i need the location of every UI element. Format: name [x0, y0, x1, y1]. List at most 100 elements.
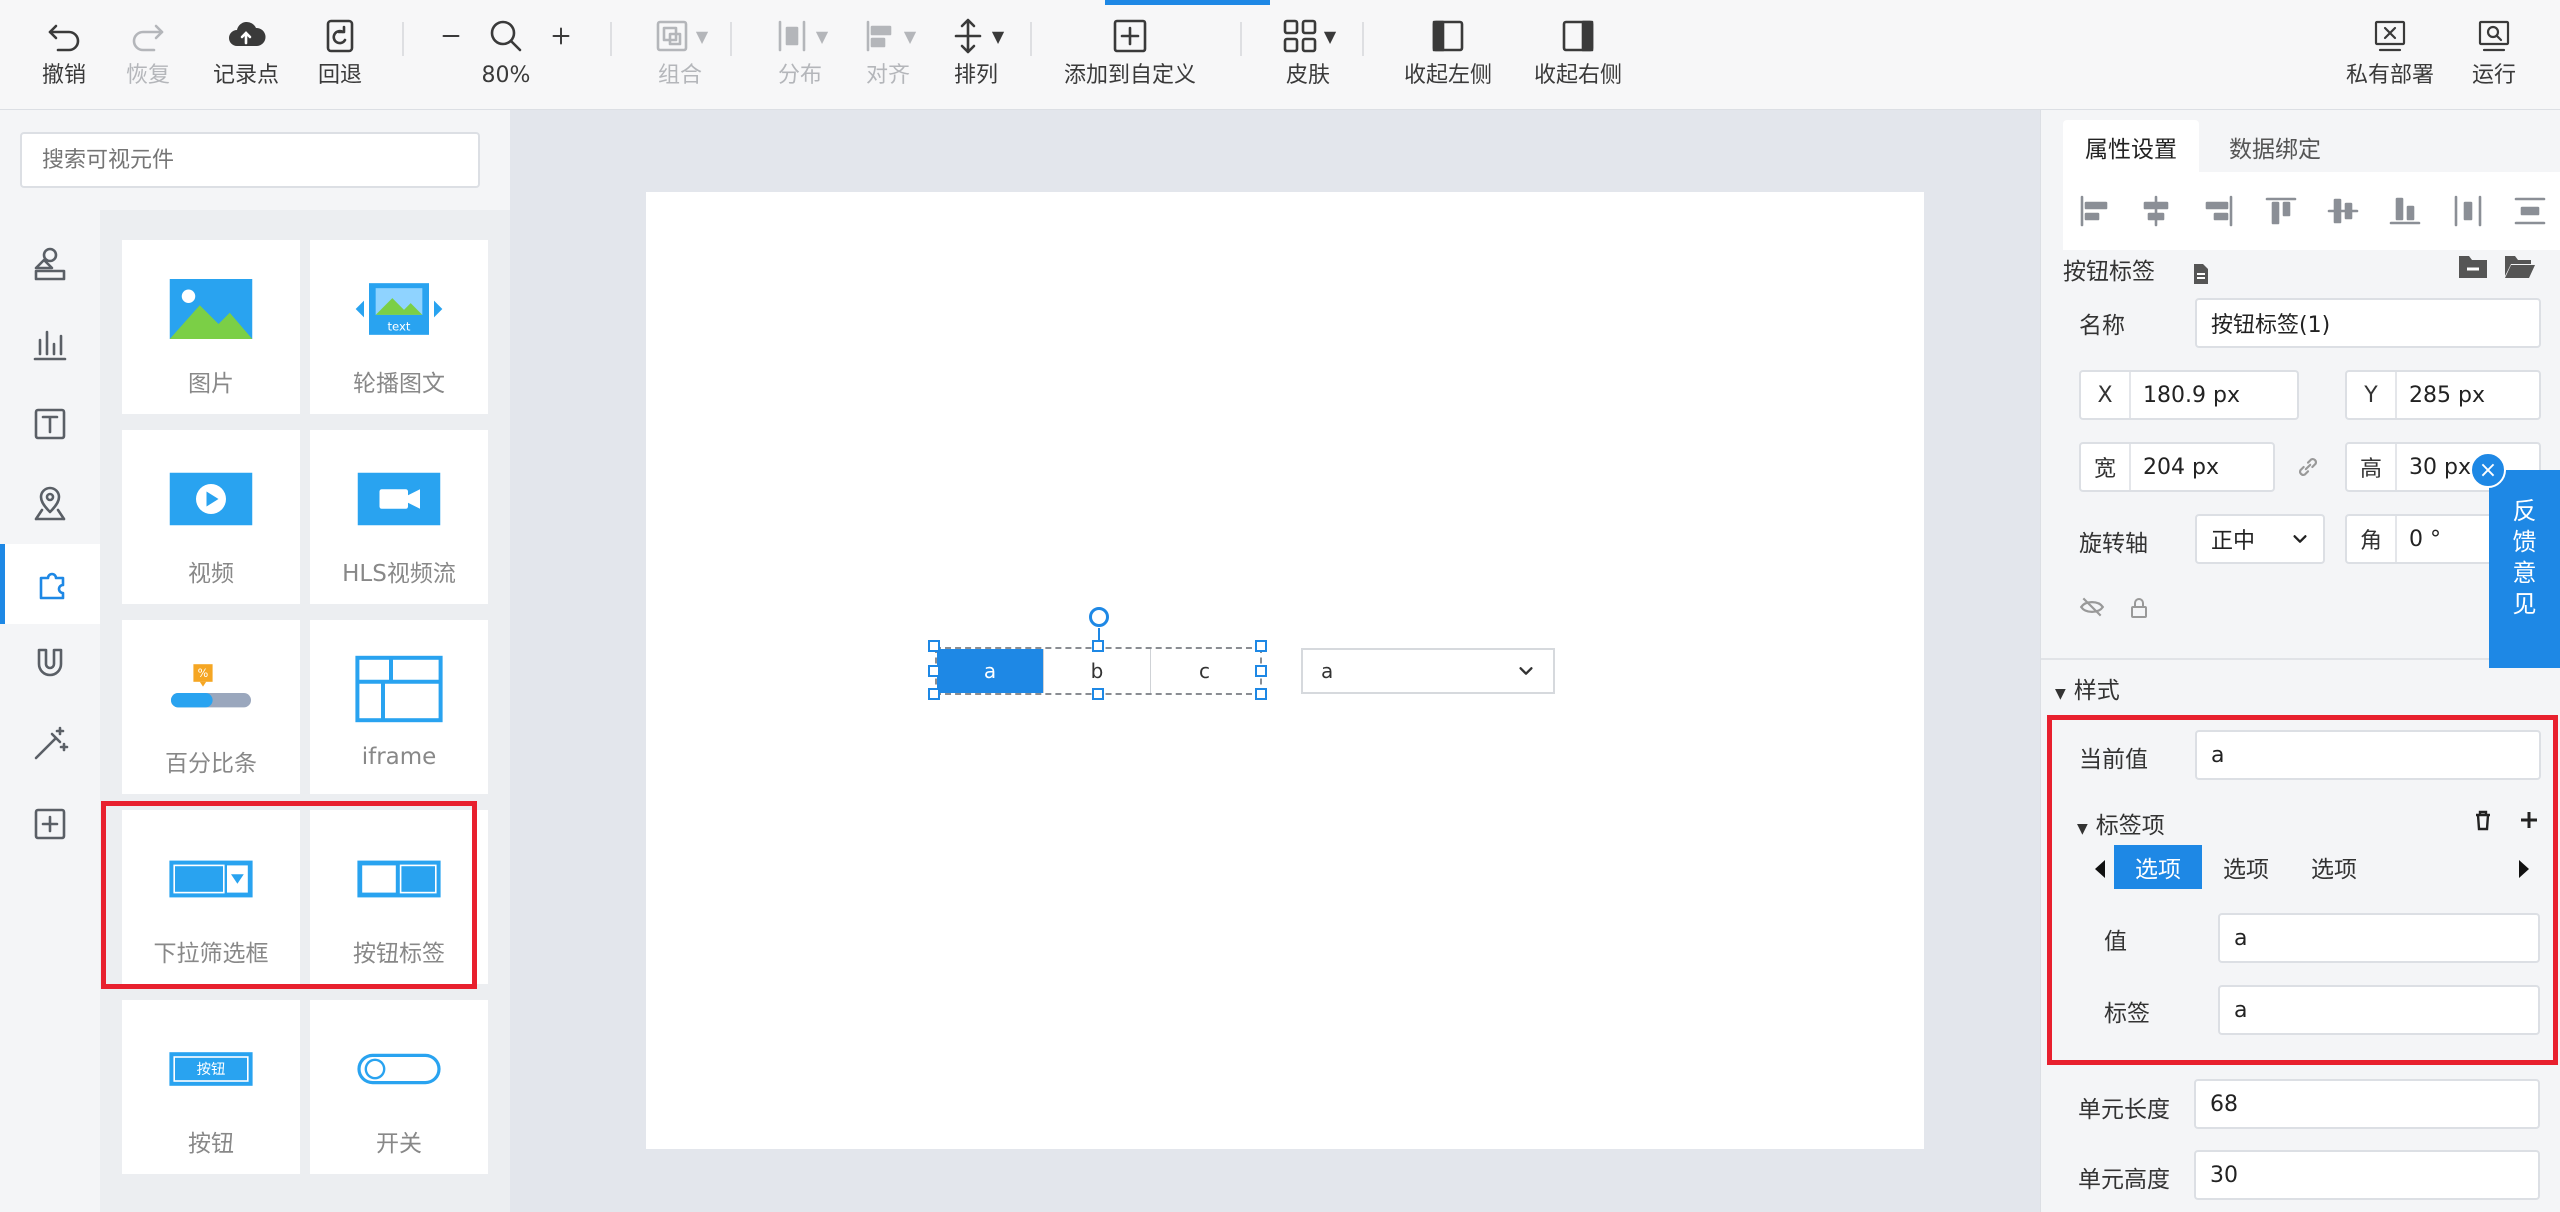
bar-chart-icon	[33, 330, 67, 361]
category-effects[interactable]	[0, 704, 100, 784]
tab-c[interactable]: c	[1151, 649, 1258, 693]
align-toolbar	[2063, 172, 2560, 250]
collapse-right-button[interactable]: 收起右侧	[1526, 10, 1630, 100]
align-center-h-icon[interactable]	[2136, 191, 2176, 231]
redo-icon	[128, 10, 168, 62]
divider	[2041, 658, 2560, 660]
button-icon: 按钮	[151, 1024, 271, 1114]
add-to-custom-button[interactable]: 添加到自定义	[1055, 10, 1205, 100]
category-text[interactable]	[0, 384, 100, 464]
feedback-tab[interactable]: 反馈意见	[2489, 470, 2560, 668]
group-button[interactable]: ▼ 组合	[640, 10, 720, 100]
map-pin-icon	[34, 486, 66, 521]
component-video[interactable]: 视频	[122, 430, 300, 604]
component-switch[interactable]: 开关	[310, 1000, 488, 1174]
align-middle-v-icon[interactable]	[2323, 191, 2363, 231]
component-button[interactable]: 按钮 按钮	[122, 1000, 300, 1174]
resize-handle-nw[interactable]	[928, 640, 940, 652]
folder-open-icon[interactable]	[2503, 252, 2535, 280]
distribute-h-icon[interactable]	[2448, 191, 2488, 231]
undo-button[interactable]: 撤销	[28, 10, 100, 100]
pivot-select[interactable]: 正中	[2195, 514, 2325, 564]
folder-collapse-icon[interactable]	[2457, 252, 2489, 280]
resize-handle-n[interactable]	[1092, 640, 1104, 652]
close-icon[interactable]: ×	[2470, 452, 2506, 488]
style-section-header[interactable]: ▼ 样式	[2055, 666, 2120, 719]
resize-handle-w[interactable]	[928, 665, 940, 677]
toolbar-separator	[402, 22, 404, 56]
arrange-button[interactable]: ▼ 排列	[936, 10, 1016, 100]
undo-icon	[44, 10, 84, 62]
align-bottom-icon[interactable]	[2385, 191, 2425, 231]
switch-icon	[339, 1024, 459, 1114]
video-icon	[151, 454, 271, 544]
width-input[interactable]: 宽 204 px	[2079, 442, 2275, 492]
resize-handle-se[interactable]	[1255, 688, 1267, 700]
unit-length-input[interactable]: 68	[2194, 1079, 2540, 1129]
y-input[interactable]: Y 285 px	[2345, 370, 2541, 420]
zoom-out-icon[interactable]	[436, 21, 466, 51]
lock-icon[interactable]	[2127, 596, 2151, 620]
component-carousel[interactable]: text 轮播图文	[310, 240, 488, 414]
rollback-button[interactable]: 回退	[304, 10, 376, 100]
chevron-down-icon	[2293, 535, 2307, 543]
collapse-left-icon	[1428, 10, 1468, 62]
document-icon[interactable]	[2189, 262, 2213, 286]
component-panel: 图片 text 轮播图文 视频 HLS视频流 % 百分比条	[0, 110, 510, 1212]
resize-handle-s[interactable]	[1092, 688, 1104, 700]
category-charts[interactable]	[0, 304, 100, 384]
collapse-left-button[interactable]: 收起左侧	[1396, 10, 1500, 100]
name-input[interactable]: 按钮标签(1)	[2195, 298, 2541, 348]
tab-properties[interactable]: 属性设置	[2063, 120, 2199, 174]
name-label: 名称	[2079, 313, 2125, 339]
resize-handle-ne[interactable]	[1255, 640, 1267, 652]
run-button[interactable]: 运行	[2458, 10, 2530, 100]
redo-button[interactable]: 恢复	[112, 10, 184, 100]
puzzle-icon	[39, 572, 64, 600]
visibility-hidden-icon[interactable]	[2079, 594, 2105, 620]
iframe-icon	[339, 644, 459, 734]
arrange-icon: ▼	[948, 10, 1004, 62]
link-ratio-icon[interactable]	[2295, 454, 2321, 480]
dropdown-value: a	[1321, 659, 1334, 683]
button-art-text: 按钮	[197, 1061, 226, 1078]
component-iframe[interactable]: iframe	[310, 620, 488, 794]
zoom-in-icon[interactable]	[546, 21, 576, 51]
highlight-box-components	[101, 801, 477, 989]
group-icon: ▼	[652, 10, 708, 62]
category-basic[interactable]	[0, 224, 100, 304]
tab-data-binding[interactable]: 数据绑定	[2207, 120, 2343, 174]
category-magnet[interactable]	[0, 624, 100, 704]
distribute-v-icon[interactable]	[2510, 191, 2550, 231]
skin-button[interactable]: ▼ 皮肤	[1268, 10, 1348, 100]
run-icon	[2474, 10, 2514, 62]
unit-height-input[interactable]: 30	[2194, 1150, 2540, 1200]
category-widgets[interactable]	[0, 544, 100, 624]
private-deploy-button[interactable]: 私有部署	[2338, 10, 2442, 100]
x-input[interactable]: X 180.9 px	[2079, 370, 2299, 420]
align-right-icon[interactable]	[2199, 191, 2239, 231]
category-custom[interactable]	[0, 784, 100, 864]
resize-handle-sw[interactable]	[928, 688, 940, 700]
tab-a[interactable]: a	[937, 649, 1044, 693]
checkpoint-button[interactable]: 记录点	[204, 10, 288, 100]
category-map[interactable]	[0, 464, 100, 544]
dropdown-filter-widget[interactable]: a	[1301, 648, 1555, 694]
resize-handle-e[interactable]	[1255, 665, 1267, 677]
tab-b[interactable]: b	[1044, 649, 1151, 693]
component-hls-video[interactable]: HLS视频流	[310, 430, 488, 604]
component-image[interactable]: 图片	[122, 240, 300, 414]
align-left-icon[interactable]	[2074, 191, 2114, 231]
component-percent-bar[interactable]: % 百分比条	[122, 620, 300, 794]
rotate-handle[interactable]	[1089, 607, 1109, 627]
pivot-label: 旋转轴	[2079, 531, 2148, 557]
distribute-button[interactable]: ▼ 分布	[760, 10, 840, 100]
zoom-level: 80%	[481, 63, 531, 88]
align-button[interactable]: ▼ 对齐	[848, 10, 928, 100]
toolbar-separator	[1030, 22, 1032, 56]
component-search-input[interactable]	[20, 132, 480, 188]
cloud-upload-icon	[226, 10, 266, 62]
collapse-right-icon	[1558, 10, 1598, 62]
align-top-icon[interactable]	[2261, 191, 2301, 231]
design-page[interactable]	[646, 192, 1924, 1149]
